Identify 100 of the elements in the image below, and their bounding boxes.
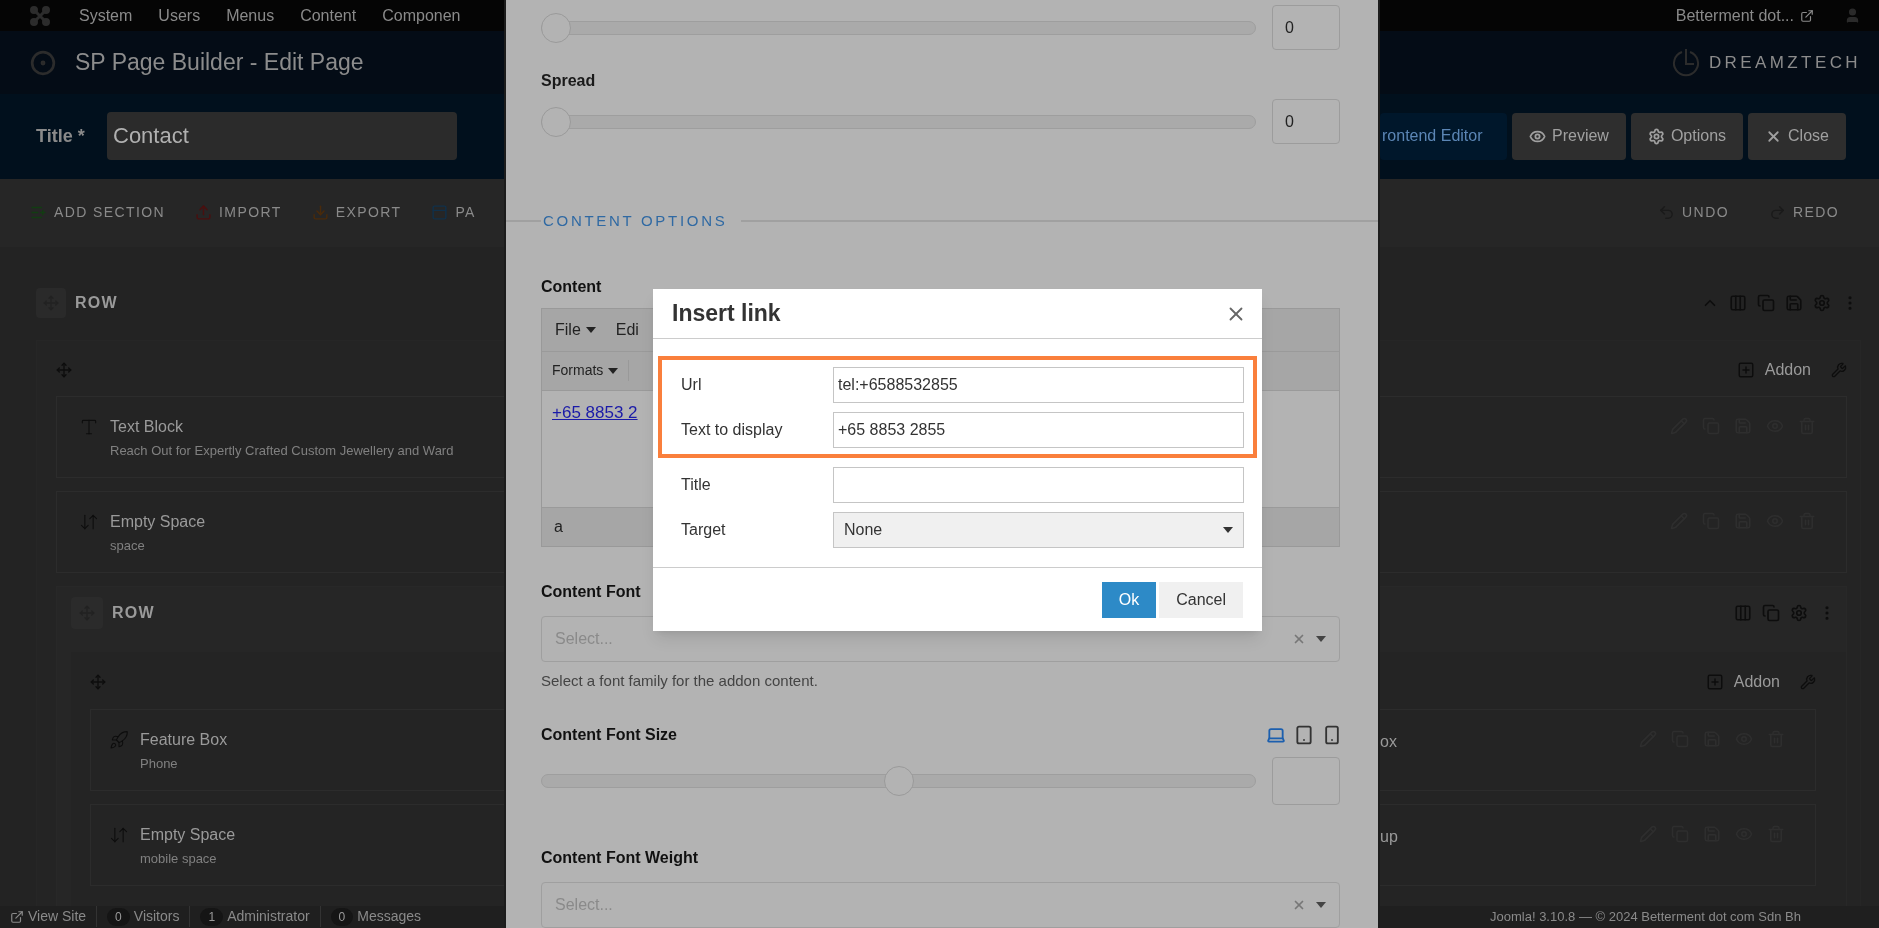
toolbar-button[interactable]: EXPORT <box>311 202 402 224</box>
slider-thumb[interactable] <box>541 12 571 43</box>
copy-icon[interactable] <box>1762 603 1780 622</box>
menu-item[interactable]: Componen <box>382 3 461 28</box>
header-button[interactable]: Close <box>1748 112 1846 160</box>
field-label: Content <box>541 276 603 297</box>
addon-title: Feature Box <box>140 729 228 750</box>
slider-thumb[interactable] <box>883 766 914 796</box>
count-badge: 1 <box>200 907 224 926</box>
phone-icon[interactable] <box>1322 725 1342 745</box>
addon-subtitle: space <box>110 536 146 555</box>
external-link-icon <box>10 909 24 924</box>
field-label: Target <box>681 519 727 540</box>
menu-item[interactable]: Menus <box>226 3 275 28</box>
logo-icon <box>1670 46 1701 79</box>
header-button[interactable]: Preview <box>1512 112 1626 160</box>
title-input[interactable]: Contact <box>107 112 457 161</box>
field-label: Url <box>681 374 703 395</box>
clear-icon[interactable] <box>1292 898 1306 912</box>
slider-thumb[interactable] <box>541 106 571 137</box>
input-field[interactable]: tel:+6588532855 <box>833 366 1244 403</box>
addon-title: Empty Space <box>140 824 236 845</box>
toolbar-button[interactable]: PA <box>431 202 476 224</box>
move-icon[interactable] <box>56 362 72 378</box>
caret-icon <box>1316 902 1326 908</box>
toolbar-button[interactable]: ADD SECTION <box>30 202 166 224</box>
addon-card[interactable]: ox <box>1380 708 1816 791</box>
counter-label[interactable]: Messages <box>357 906 422 928</box>
add-addon-icon[interactable] <box>1705 673 1724 691</box>
formats-dropdown[interactable]: Formats <box>552 360 630 381</box>
element-path[interactable]: a <box>554 514 563 539</box>
addon-title: Empty Space <box>110 511 206 532</box>
logo-text: DREAMZTECH <box>1708 51 1861 74</box>
addon-subtitle: mobile space <box>140 849 218 868</box>
footer-text: Joomla! 3.10.8 — © 2024 Betterment dot com Sdn Bh <box>1490 908 1801 926</box>
addon-card[interactable]: Feature Box Phone <box>90 708 504 791</box>
gear-icon[interactable] <box>1790 603 1808 622</box>
user-icon[interactable] <box>1844 7 1861 25</box>
menu-item[interactable]: Content <box>300 3 357 28</box>
external-link-icon <box>1800 8 1814 23</box>
field-label: Content Font <box>541 581 641 602</box>
tools-icon[interactable] <box>1831 362 1847 378</box>
addon-title: Text Block <box>110 416 184 437</box>
addon-card[interactable]: Text Block Reach Out for Expertly Crafted Custom Jewellery and Ward <box>56 395 504 478</box>
columns-icon[interactable] <box>1734 603 1752 622</box>
slider[interactable] <box>541 12 1256 43</box>
section-title: CONTENT OPTIONS <box>542 211 729 231</box>
select-field[interactable]: None <box>833 511 1244 548</box>
slider[interactable] <box>541 106 1256 137</box>
row-label: ROW <box>75 292 118 313</box>
count-badge: 0 <box>330 907 354 926</box>
dialog-title: Insert link <box>672 299 781 329</box>
addon-button-label[interactable]: Addon <box>1764 358 1811 382</box>
counter-label[interactable]: Administrator <box>227 906 310 928</box>
editor-menu[interactable]: File <box>555 317 596 342</box>
counter-label[interactable]: Visitors <box>133 906 180 928</box>
field-label: Content Font Size <box>541 725 678 745</box>
input-field[interactable]: +65 8853 2855 <box>833 411 1244 448</box>
addon-subtitle: Phone <box>140 754 179 773</box>
move-icon[interactable] <box>90 674 106 690</box>
addon-card[interactable]: up <box>1380 803 1816 886</box>
tablet-icon[interactable] <box>1294 725 1314 745</box>
site-link[interactable]: Betterment dot... <box>1675 3 1814 28</box>
cancel-button[interactable]: Cancel <box>1159 581 1243 618</box>
addon-subtitle: Reach Out for Expertly Crafted Custom Jewellery and Ward <box>110 441 454 460</box>
page-title: SP Page Builder - Edit Page <box>75 48 364 78</box>
rocket-icon <box>109 729 129 750</box>
addon-card[interactable]: Empty Space space <box>56 490 504 573</box>
value-box[interactable]: 0 <box>1272 99 1340 144</box>
ok-button[interactable]: Ok <box>1101 581 1157 618</box>
field-label: Spread <box>541 71 597 91</box>
addon-button-label[interactable]: Addon <box>1733 670 1780 694</box>
field-label: Title <box>681 474 712 495</box>
gear-icon <box>1647 127 1665 145</box>
laptop-icon[interactable] <box>1266 725 1286 745</box>
phone-link[interactable]: +65 8853 2 <box>552 402 638 422</box>
input-field[interactable] <box>833 466 1244 503</box>
addon-card[interactable]: Empty Space mobile space <box>90 803 504 886</box>
addon-title: ox <box>1380 731 1397 752</box>
view-site-link[interactable]: View Site <box>10 906 87 928</box>
target-icon <box>30 49 56 76</box>
editor-menu[interactable]: Edi <box>615 317 639 342</box>
panel-icon <box>431 204 449 222</box>
toolbar-button[interactable]: REDO <box>1768 202 1839 224</box>
upload-icon <box>195 204 213 222</box>
logo-icon <box>30 5 50 26</box>
field-label: Content Font Weight <box>541 848 699 868</box>
slider[interactable] <box>541 766 1256 796</box>
toolbar-button[interactable]: IMPORT <box>195 202 282 224</box>
toolbar-button[interactable]: UNDO <box>1658 202 1729 224</box>
tools-icon[interactable] <box>1800 674 1816 690</box>
caret-icon <box>1223 526 1233 533</box>
add-addon-icon[interactable] <box>1736 361 1755 379</box>
menu-item[interactable]: System <box>79 3 133 28</box>
value-box[interactable]: 0 <box>1272 5 1340 50</box>
caret-icon <box>1316 635 1326 642</box>
menu-item[interactable]: Users <box>158 3 201 28</box>
title-label: Title * <box>36 124 86 148</box>
header-button[interactable]: Options <box>1630 112 1744 160</box>
header-button[interactable]: rontend Editor <box>1380 112 1507 160</box>
